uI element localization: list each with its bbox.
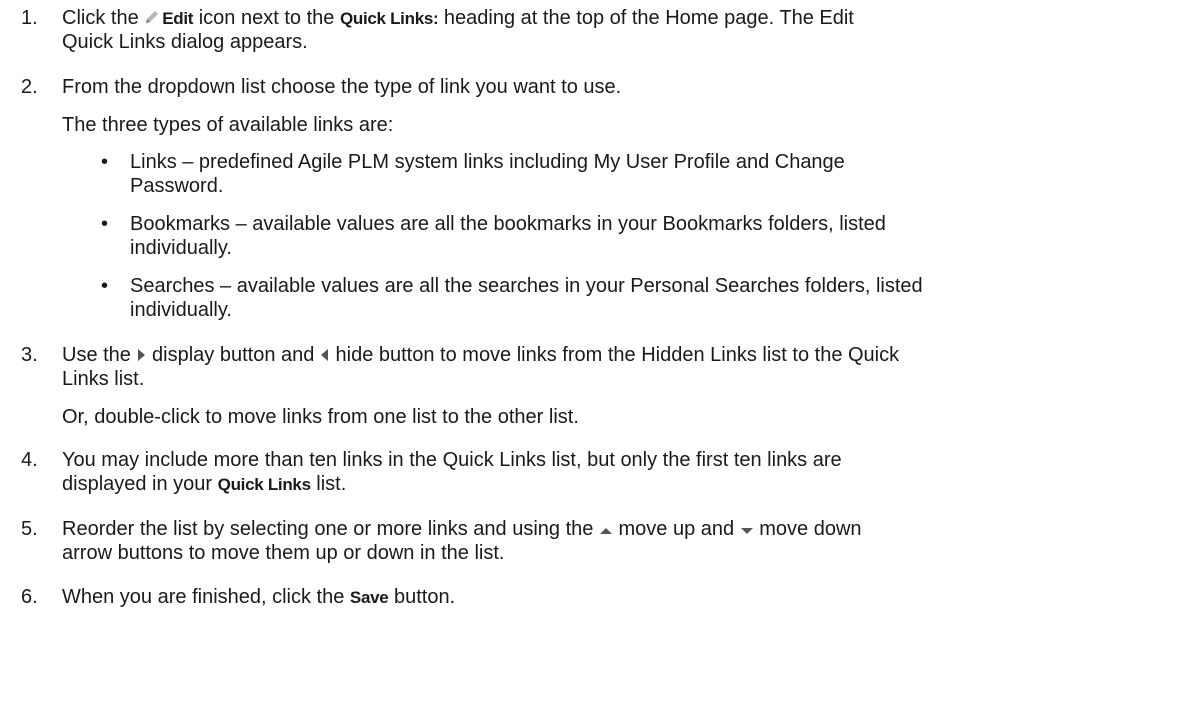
step-text: move down bbox=[753, 518, 862, 540]
step-text: list. bbox=[310, 473, 347, 495]
triangle-up-icon bbox=[599, 518, 613, 542]
step-text: Click the bbox=[62, 7, 145, 29]
step-text: display button and bbox=[146, 344, 320, 366]
step-text: icon next to the bbox=[193, 7, 340, 29]
quick-links-label: Quick Links bbox=[217, 475, 311, 494]
step-text: hide button to move links from the Hidde… bbox=[329, 344, 900, 366]
step-text: Or, double-click to move links from one … bbox=[62, 406, 579, 428]
quick-links-label: Quick Links: bbox=[339, 9, 439, 28]
step-number: 2. bbox=[21, 76, 38, 98]
step-text: heading at the top of the Home page. The… bbox=[438, 7, 854, 29]
bullet-text: Searches – available values are all the … bbox=[130, 275, 923, 297]
step-number: 6. bbox=[21, 586, 38, 608]
step-text: You may include more than ten links in t… bbox=[62, 449, 842, 471]
bullet-text: Bookmarks – available values are all the… bbox=[130, 213, 886, 235]
triangle-right-icon bbox=[136, 344, 146, 368]
step-text: arrow buttons to move them up or down in… bbox=[62, 542, 505, 564]
step-text: When you are finished, click the bbox=[62, 586, 350, 608]
triangle-left-icon bbox=[320, 344, 330, 368]
step-number: 3. bbox=[21, 344, 38, 366]
triangle-down-icon bbox=[740, 518, 754, 542]
step-number: 5. bbox=[21, 518, 38, 540]
step-text: button. bbox=[388, 586, 456, 608]
step-text: Quick Links dialog appears. bbox=[62, 31, 308, 53]
step-number: 4. bbox=[21, 449, 38, 471]
step-text: From the dropdown list choose the type o… bbox=[62, 76, 622, 98]
bullet-text: Password. bbox=[130, 175, 224, 197]
bullet-text: individually. bbox=[130, 299, 232, 321]
save-label: Save bbox=[349, 588, 389, 607]
bullet-text: individually. bbox=[130, 237, 232, 259]
step-text: Use the bbox=[62, 344, 137, 366]
bullet-icon: • bbox=[101, 151, 109, 173]
bullet-text: Links – predefined Agile PLM system link… bbox=[130, 151, 845, 173]
bullet-icon: • bbox=[101, 275, 109, 297]
step-text: displayed in your bbox=[62, 473, 218, 495]
step-text: Links list. bbox=[62, 368, 145, 390]
step-number: 1. bbox=[21, 7, 38, 29]
pencil-icon bbox=[144, 7, 162, 31]
step-text: The three types of available links are: bbox=[62, 114, 394, 136]
bullet-icon: • bbox=[101, 213, 109, 235]
step-text: Reorder the list by selecting one or mor… bbox=[62, 518, 599, 540]
edit-label: Edit bbox=[162, 9, 194, 28]
step-text: move up and bbox=[612, 518, 740, 540]
